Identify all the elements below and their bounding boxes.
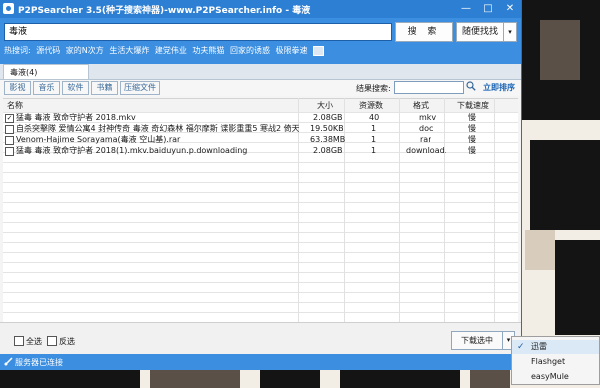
cell-size: 2.08GB [313, 146, 343, 155]
column-header-name[interactable]: 名称 [7, 100, 23, 111]
cell-count: 1 [371, 124, 377, 133]
select-all-label[interactable]: 全选 [26, 336, 42, 347]
cell-speed: 慢 [468, 113, 476, 122]
menu-item-label: easyMule [531, 372, 569, 381]
maximize-button[interactable]: □ [477, 0, 499, 18]
table-row[interactable]: ✓ 猛毒 毒液 致命守护者 2018.mkv 2.08GB 40 mkv 慢 [3, 113, 518, 123]
cell-format: mkv [419, 113, 437, 122]
cell-speed: 慢 [468, 124, 476, 133]
cell-size: 2.08GB [313, 113, 343, 122]
downloader-dropdown-menu: ✓ 迅雷 Flashget easyMule [511, 336, 600, 385]
random-dropdown-arrow[interactable]: ▾ [503, 22, 517, 42]
menu-item-flashget[interactable]: Flashget [512, 355, 599, 369]
close-button[interactable]: ✕ [499, 0, 521, 18]
menu-item-label: Flashget [531, 357, 566, 366]
check-icon: ✓ [517, 342, 525, 352]
column-header-format[interactable]: 格式 [413, 100, 429, 111]
cell-format: download… [406, 146, 446, 155]
refresh-hot-words-icon[interactable] [313, 45, 325, 56]
table-row[interactable]: 猛毒 毒液 致命守护者 2018(1).mkv.baiduyun.p.downl… [3, 146, 518, 156]
hot-word-link[interactable]: 功夫熊猫 [192, 46, 224, 55]
random-search-button[interactable]: 随便找找 [456, 22, 504, 42]
cell-count: 1 [371, 135, 377, 144]
search-icon[interactable] [466, 81, 476, 91]
table-row[interactable]: Venom-Hajime Sorayama(毒液 空山基).rar 63.38M… [3, 135, 518, 145]
cell-format: rar [420, 135, 432, 144]
cell-speed: 慢 [468, 146, 476, 155]
search-input[interactable]: 毒液 [4, 23, 392, 41]
cell-name: 猛毒 毒液 致命守护者 2018(1).mkv.baiduyun.p.downl… [16, 146, 248, 155]
cell-name: 自杀突擊隊 爱情公寓4 封神传奇 毒液 奇幻森林 福尔摩斯 谍影重重5 寒战2 … [16, 124, 299, 133]
invert-selection-checkbox[interactable] [47, 336, 57, 346]
filter-archive-button[interactable]: 压缩文件 [120, 81, 160, 95]
cell-name: 猛毒 毒液 致命守护者 2018.mkv [16, 113, 136, 122]
table-row[interactable]: 自杀突擊隊 爱情公寓4 封神传奇 毒液 奇幻森林 福尔摩斯 谍影重重5 寒战2 … [3, 124, 518, 134]
row-checkbox[interactable] [5, 125, 14, 134]
cell-size: 19.50KB [310, 124, 344, 133]
cell-name: Venom-Hajime Sorayama(毒液 空山基).rar [16, 135, 181, 144]
cell-count: 1 [371, 146, 377, 155]
app-logo-icon [3, 3, 14, 14]
bottom-action-bar [0, 322, 521, 355]
filter-video-button[interactable]: 影视 [4, 81, 31, 95]
row-checkbox[interactable] [5, 147, 14, 156]
cell-speed: 慢 [468, 135, 476, 144]
search-button[interactable]: 搜 索 [395, 22, 453, 42]
table-header [3, 98, 518, 113]
cell-format: doc [419, 124, 434, 133]
filter-books-button[interactable]: 书籍 [91, 81, 118, 95]
row-checkbox[interactable]: ✓ [5, 114, 14, 123]
result-search-input[interactable] [394, 81, 464, 94]
tab-search-result[interactable]: 毒液(4) [3, 64, 89, 79]
invert-selection-label[interactable]: 反选 [59, 336, 75, 347]
menu-item-label: 迅雷 [531, 342, 547, 351]
hot-words-row: 热搜词: 源代码 家的N次方 生活大爆炸 建党伟业 功夫熊猫 回家的诱惑 极限拳… [4, 45, 327, 57]
hot-word-link[interactable]: 源代码 [36, 46, 60, 55]
title-bar[interactable]: P2PSearcher 3.5(种子搜索神器)-www.P2PSearcher.… [0, 0, 521, 18]
hot-word-link[interactable]: 极限拳速 [276, 46, 308, 55]
app-window: P2PSearcher 3.5(种子搜索神器)-www.P2PSearcher.… [0, 0, 522, 370]
sort-now-link[interactable]: 立即排序 [483, 82, 515, 93]
filter-software-button[interactable]: 软件 [62, 81, 89, 95]
cell-count: 40 [369, 113, 380, 122]
status-text: 服务器已连接 [15, 358, 63, 367]
connection-icon [4, 357, 13, 366]
status-bar: 服务器已连接 [0, 354, 521, 370]
hot-word-link[interactable]: 回家的诱惑 [230, 46, 270, 55]
column-header-count[interactable]: 资源数 [359, 100, 383, 111]
cell-size: 63.38MB [310, 135, 346, 144]
download-selected-button[interactable]: 下载选中 [451, 331, 503, 350]
column-header-speed[interactable]: 下载速度 [457, 100, 489, 111]
filter-music-button[interactable]: 音乐 [33, 81, 60, 95]
hot-word-link[interactable]: 建党伟业 [155, 46, 187, 55]
column-header-size[interactable]: 大小 [317, 100, 333, 111]
minimize-button[interactable]: — [455, 0, 477, 18]
menu-item-easymule[interactable]: easyMule [512, 370, 599, 384]
select-all-checkbox[interactable] [14, 336, 24, 346]
hot-words-label: 热搜词: [4, 46, 31, 55]
hot-word-link[interactable]: 生活大爆炸 [109, 46, 149, 55]
menu-item-xunlei[interactable]: ✓ 迅雷 [512, 340, 599, 354]
result-search-label: 结果搜索: [356, 84, 391, 93]
window-title: P2PSearcher 3.5(种子搜索神器)-www.P2PSearcher.… [18, 6, 311, 16]
row-checkbox[interactable] [5, 136, 14, 145]
hot-word-link[interactable]: 家的N次方 [66, 46, 104, 55]
